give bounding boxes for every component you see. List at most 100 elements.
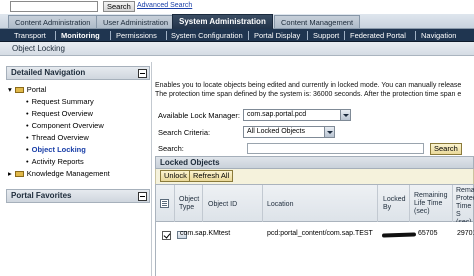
col-remaining-protection-time[interactable]: Remai Protec Time S (sec) <box>456 187 474 227</box>
header-line: Object <box>179 196 200 203</box>
header-line: Remai <box>456 187 474 194</box>
tab-system-administration[interactable]: System Administration <box>172 14 273 29</box>
bullet-icon: • <box>26 97 29 106</box>
search-label: Search: <box>158 144 184 153</box>
chevron-down-icon[interactable] <box>340 110 350 120</box>
folder-icon <box>14 87 24 93</box>
nav-monitoring[interactable]: Monitoring <box>61 29 100 42</box>
locked-objects-header: Locked Objects <box>155 156 474 169</box>
nav-item-label: Activity Reports <box>31 157 84 166</box>
col-object-id[interactable]: Object ID <box>208 201 237 209</box>
bullet-icon: • <box>26 145 29 154</box>
nav-request-overview[interactable]: • Request Overview <box>26 109 93 118</box>
nav-separator <box>110 31 111 40</box>
nav-separator <box>344 31 345 40</box>
nav-component-overview[interactable]: • Component Overview <box>26 121 104 130</box>
page-title: Object Locking <box>12 44 65 53</box>
lock-manager-label: Available Lock Manager: <box>158 111 240 120</box>
search-criteria-label: Search Criteria: <box>158 128 211 137</box>
global-search-input[interactable] <box>10 1 98 12</box>
select-all-icon[interactable] <box>160 199 169 208</box>
row-checkbox[interactable] <box>162 231 171 240</box>
nav-transport[interactable]: Transport <box>14 29 46 42</box>
locked-objects-toolbar: Unlock Refresh All <box>155 169 474 184</box>
header-line: (sec) <box>414 208 430 215</box>
nav-item-label: Thread Overview <box>31 133 89 142</box>
redacted-locked-by <box>381 232 417 238</box>
portal-favorites-title: Portal Favorites <box>11 191 72 200</box>
cell-remaining-life-time: 65705 <box>418 230 438 237</box>
left-navigation-panel: Detailed Navigation ▾ Portal • Request Sum… <box>0 62 152 276</box>
detailed-navigation-title: Detailed Navigation <box>11 68 86 77</box>
nav-support[interactable]: Support <box>313 29 339 42</box>
tree-node-portal[interactable]: ▾ Portal <box>8 85 46 94</box>
search-criteria-value: All Locked Objects <box>247 128 305 135</box>
bullet-icon: • <box>26 133 29 142</box>
folder-icon <box>14 171 24 177</box>
header-line: Protec <box>456 195 474 202</box>
nav-activity-reports[interactable]: • Activity Reports <box>26 157 84 166</box>
portal-favorites-header: Portal Favorites <box>6 189 150 203</box>
table-row[interactable]: com.sap.KMtest pcd:portal_content/com.sa… <box>156 228 474 242</box>
col-locked-by[interactable]: Locked By <box>383 196 406 212</box>
header-line: Locked <box>383 196 406 203</box>
tree-node-knowledge-management[interactable]: ▸ Knowledge Management <box>8 169 110 178</box>
search-input[interactable] <box>247 143 424 154</box>
description-line-2: The protection time span defined by the … <box>155 91 462 98</box>
tree-collapsed-icon: ▸ <box>8 169 12 178</box>
detailed-navigation-header: Detailed Navigation <box>6 66 150 80</box>
collapse-icon[interactable] <box>138 69 147 78</box>
nav-item-label: Request Summary <box>31 97 94 106</box>
page-title-bar: Object Locking <box>0 42 474 56</box>
bullet-icon: • <box>26 109 29 118</box>
nav-system-configuration[interactable]: System Configuration <box>171 29 243 42</box>
nav-item-label: Object Locking <box>31 145 86 154</box>
nav-separator <box>166 31 167 40</box>
global-search-button[interactable]: Search <box>103 1 135 12</box>
nav-federated-portal[interactable]: Federated Portal <box>350 29 406 42</box>
lock-manager-value: com.sap.portal.pcd <box>247 111 307 118</box>
header-line: Time S <box>456 203 472 218</box>
nav-thread-overview[interactable]: • Thread Overview <box>26 133 89 142</box>
nav-request-summary[interactable]: • Request Summary <box>26 97 94 106</box>
col-remaining-life-time[interactable]: Remaining Life Time (sec) <box>414 192 447 216</box>
tab-content-administration[interactable]: Content Administration <box>8 15 98 28</box>
table-header: Object Type Object ID Location Locked By… <box>155 184 474 276</box>
unlock-button[interactable]: Unlock <box>160 170 191 182</box>
tab-user-administration[interactable]: User Administration <box>96 15 176 28</box>
refresh-all-button[interactable]: Refresh All <box>189 170 234 182</box>
nav-separator <box>415 31 416 40</box>
chevron-down-icon[interactable] <box>324 127 334 137</box>
cell-remaining-protection-time: 29701 <box>457 230 474 237</box>
top-level-navigation: Content Administration User Administrati… <box>0 14 474 29</box>
collapse-icon[interactable] <box>138 192 147 201</box>
header-line: Life Time <box>414 200 443 207</box>
top-search-bar: Search Advanced Search <box>0 0 474 14</box>
nav-portal-display[interactable]: Portal Display <box>254 29 300 42</box>
nav-object-locking[interactable]: • Object Locking <box>26 145 86 154</box>
tab-content-management[interactable]: Content Management <box>274 15 361 28</box>
tree-node-label: Portal <box>26 85 47 94</box>
header-line: Remaining <box>414 192 448 199</box>
bullet-icon: • <box>26 157 29 166</box>
search-criteria-select[interactable]: All Locked Objects <box>243 126 335 138</box>
col-location[interactable]: Location <box>267 201 293 209</box>
main-content: Enables you to locate objects being edit… <box>155 62 474 276</box>
cell-object-id: com.sap.KMtest <box>180 230 231 237</box>
nav-separator <box>55 31 56 40</box>
header-line: By <box>383 204 392 211</box>
tree-node-label: Knowledge Management <box>26 169 110 178</box>
bullet-icon: • <box>26 121 29 130</box>
nav-permissions[interactable]: Permissions <box>116 29 157 42</box>
nav-separator <box>248 31 249 40</box>
cell-location: pcd:portal_content/com.sap.TEST <box>267 230 373 237</box>
lock-manager-select[interactable]: com.sap.portal.pcd <box>243 109 351 121</box>
description-line-1: Enables you to locate objects being edit… <box>155 82 462 89</box>
col-object-type[interactable]: Object Type <box>179 196 199 212</box>
second-level-navigation: Transport Monitoring Permissions System … <box>0 29 474 42</box>
nav-item-label: Component Overview <box>31 121 104 130</box>
nav-item-label: Request Overview <box>31 109 93 118</box>
search-button[interactable]: Search <box>430 143 462 155</box>
advanced-search-link[interactable]: Advanced Search <box>137 2 192 9</box>
nav-navigation[interactable]: Navigation <box>421 29 456 42</box>
